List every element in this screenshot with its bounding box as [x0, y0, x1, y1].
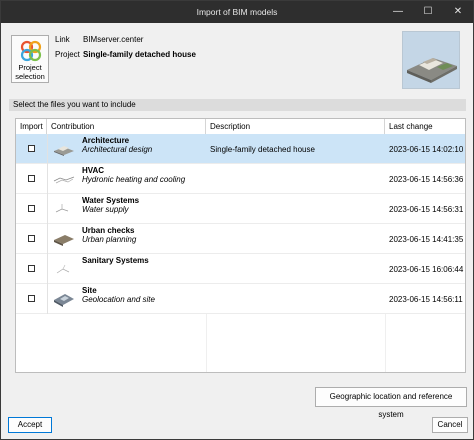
import-checkbox[interactable] — [28, 175, 35, 182]
urban-model-icon — [54, 235, 74, 246]
table-header: Import Contribution Description Last cha… — [16, 119, 465, 135]
project-3d-model-icon — [407, 58, 457, 83]
close-button[interactable]: ✕ — [443, 1, 473, 23]
maximize-button[interactable]: ☐ — [413, 1, 443, 23]
contribution-subtitle: Hydronic heating and cooling — [82, 175, 186, 184]
project-selection-line2: selection — [15, 72, 45, 81]
bimserver-logo-icon — [20, 40, 42, 62]
row-last-change: 2023-06-15 14:56:36 — [389, 175, 464, 184]
project-label: Project — [55, 50, 80, 59]
title-bar: Import of BIM models — ☐ ✕ — [1, 1, 473, 23]
contribution-subtitle: Water supply — [82, 205, 129, 214]
project-thumbnail — [402, 31, 460, 89]
project-selection-button[interactable]: Project selection — [11, 35, 49, 83]
water-model-icon — [55, 204, 69, 213]
contribution-name: Urban checks — [82, 226, 135, 235]
column-divider — [206, 314, 207, 372]
column-last-change[interactable]: Last change — [385, 119, 465, 134]
site-model-icon — [54, 294, 74, 307]
geographic-location-button[interactable]: Geographic location and reference system — [315, 387, 467, 419]
table-row[interactable]: Urban checks Urban planning 2023-06-15 1… — [16, 224, 465, 254]
column-description[interactable]: Description — [206, 119, 385, 134]
import-checkbox[interactable] — [28, 265, 35, 272]
contribution-name: Water Systems — [82, 196, 140, 205]
import-checkbox[interactable] — [28, 145, 35, 152]
import-bim-dialog: Import of BIM models — ☐ ✕ Project selec… — [0, 0, 474, 440]
table-row[interactable]: Architecture Architectural design Single… — [16, 134, 465, 164]
hvac-model-icon — [53, 176, 75, 184]
row-last-change: 2023-06-15 14:41:35 — [389, 235, 464, 244]
contribution-name: Site — [82, 286, 97, 295]
contribution-subtitle: Architectural design — [82, 145, 153, 154]
column-divider — [47, 164, 48, 194]
table-row[interactable]: Water Systems Water supply 2023-06-15 14… — [16, 194, 465, 224]
table-row[interactable]: Sanitary Systems 2023-06-15 16:06:44 — [16, 254, 465, 284]
row-last-change: 2023-06-15 14:02:10 — [389, 145, 464, 154]
column-import[interactable]: Import — [16, 119, 47, 134]
import-checkbox[interactable] — [28, 235, 35, 242]
project-selection-label: Project selection — [12, 63, 48, 81]
import-checkbox[interactable] — [28, 205, 35, 212]
building-model-icon — [54, 146, 74, 156]
row-description: Single-family detached house — [210, 145, 315, 154]
cancel-button[interactable]: Cancel — [432, 417, 468, 433]
contribution-subtitle: Urban planning — [82, 235, 137, 244]
import-checkbox[interactable] — [28, 295, 35, 302]
files-table: Import Contribution Description Last cha… — [15, 118, 466, 373]
table-row[interactable]: Site Geolocation and site 2023-06-15 14:… — [16, 284, 465, 314]
contribution-name: Sanitary Systems — [82, 256, 149, 265]
project-selection-line1: Project — [18, 63, 42, 72]
row-last-change: 2023-06-15 16:06:44 — [389, 265, 464, 274]
column-divider — [47, 284, 48, 314]
row-last-change: 2023-06-15 14:56:11 — [389, 295, 463, 304]
project-value: Single-family detached house — [83, 50, 196, 59]
contribution-name: Architecture — [82, 136, 130, 145]
table-row[interactable]: HVAC Hydronic heating and cooling 2023-0… — [16, 164, 465, 194]
column-divider — [47, 224, 48, 254]
column-divider — [385, 314, 386, 372]
column-divider — [47, 254, 48, 284]
files-section-header: Select the files you want to include — [9, 99, 466, 111]
link-label: Link — [55, 35, 70, 44]
column-divider — [47, 134, 48, 164]
column-contribution[interactable]: Contribution — [47, 119, 206, 134]
accept-button[interactable]: Accept — [8, 417, 52, 433]
link-value: BIMserver.center — [83, 35, 144, 44]
contribution-subtitle: Geolocation and site — [82, 295, 155, 304]
row-last-change: 2023-06-15 14:56:31 — [389, 205, 464, 214]
column-divider — [47, 194, 48, 224]
sanitary-model-icon — [56, 264, 70, 274]
minimize-button[interactable]: — — [383, 1, 413, 23]
contribution-name: HVAC — [82, 166, 105, 175]
